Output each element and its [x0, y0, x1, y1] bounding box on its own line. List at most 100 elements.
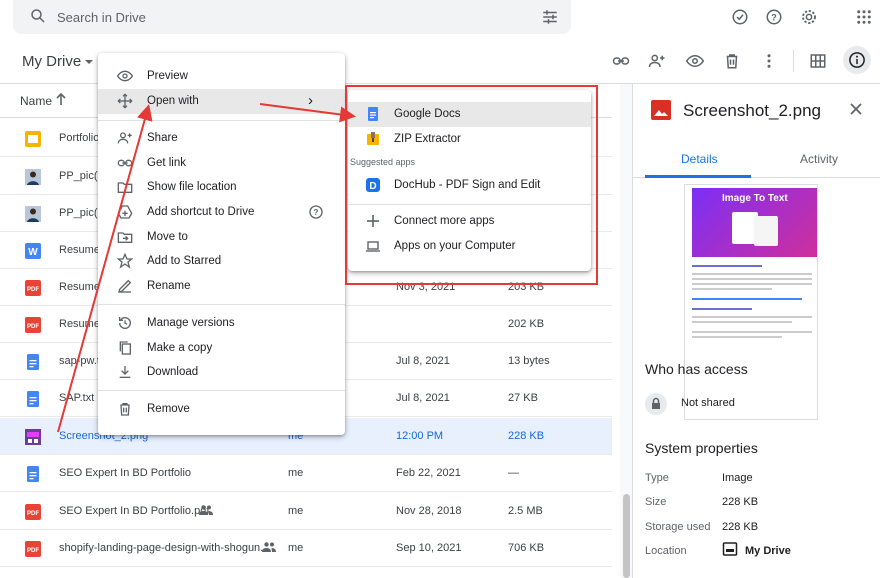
share-person-add-icon[interactable]	[648, 52, 668, 72]
table-row[interactable]: SEO Expert In BD Portfolio me Feb 22, 2021…	[0, 455, 612, 492]
pencil-icon	[117, 278, 133, 294]
file-name: sap-pw.t	[59, 355, 100, 367]
file-name: SEO Expert In BD Portfolio.pdf	[59, 505, 210, 517]
active-tab-indicator	[645, 175, 751, 178]
search-box[interactable]: Search in Drive	[13, 0, 571, 34]
file-owner: me	[288, 467, 304, 479]
text-file-icon	[25, 391, 41, 407]
name-column-header[interactable]: Name	[20, 94, 52, 108]
menu-item-add-shortcut[interactable]: Add shortcut to Drive ?	[98, 200, 345, 225]
details-tabs: Details Activity	[633, 144, 880, 178]
menu-item-download[interactable]: Download	[98, 360, 345, 385]
trash-icon[interactable]	[723, 52, 743, 72]
history-icon	[117, 315, 133, 331]
file-name: Resume-	[59, 244, 104, 256]
prop-storage-value: 228 KB	[722, 521, 759, 533]
who-has-access-heading: Who has access	[645, 361, 748, 377]
my-drive-title[interactable]: My Drive	[22, 53, 81, 70]
file-modified-date: 12:00 PM	[396, 430, 444, 442]
close-icon[interactable]	[849, 102, 863, 116]
shared-people-icon	[199, 504, 213, 516]
menu-item-label: Make a copy	[147, 342, 213, 354]
info-button[interactable]	[843, 46, 871, 74]
image-thumbnail	[25, 429, 41, 445]
menu-item-share[interactable]: Share	[98, 126, 345, 151]
menu-item-open-with[interactable]: Open with ›	[98, 89, 345, 114]
text-file-icon	[25, 354, 41, 370]
submenu-arrow-icon: ›	[308, 92, 313, 109]
menu-item-label: Preview	[147, 70, 188, 82]
file-owner: me	[288, 505, 304, 517]
link-icon[interactable]	[612, 52, 632, 72]
menu-item-move-to[interactable]: Move to	[98, 225, 345, 250]
star-icon	[117, 253, 133, 269]
system-properties-heading: System properties	[645, 440, 758, 456]
access-status: Not shared	[681, 397, 735, 409]
move-to-icon	[117, 229, 133, 245]
prop-storage-key: Storage used	[645, 521, 711, 533]
annotation-highlight-box	[345, 85, 598, 285]
file-preview-thumbnail[interactable]: Image To Text	[684, 184, 818, 420]
file-modified-date: Jul 8, 2021	[396, 392, 450, 404]
vertical-scrollbar[interactable]	[620, 84, 632, 578]
preview-eye-icon[interactable]	[686, 52, 706, 72]
menu-item-add-starred[interactable]: Add to Starred	[98, 249, 345, 274]
menu-item-make-copy[interactable]: Make a copy	[98, 336, 345, 361]
offline-status-icon[interactable]	[731, 8, 751, 28]
apps-grid-icon[interactable]	[855, 8, 875, 28]
search-input[interactable]: Search in Drive	[57, 10, 146, 25]
menu-item-rename[interactable]: Rename	[98, 274, 345, 299]
trash-icon	[117, 401, 133, 417]
menu-item-preview[interactable]: Preview	[98, 64, 345, 89]
menu-item-label: Open with	[147, 95, 199, 107]
photo-thumbnail	[25, 169, 41, 185]
file-modified-date: Jul 8, 2021	[396, 355, 450, 367]
file-size: 706 KB	[508, 542, 545, 554]
settings-gear-icon[interactable]	[800, 8, 820, 28]
search-options-icon[interactable]	[541, 8, 561, 28]
table-row[interactable]: PDF shopify-landing-page-design-with-shog…	[0, 530, 612, 567]
grid-view-icon[interactable]	[809, 52, 829, 72]
file-owner: me	[288, 542, 304, 554]
file-size: 202 KB	[508, 318, 545, 330]
file-name: Resume-	[59, 318, 104, 330]
menu-item-show-location[interactable]: Show file location	[98, 175, 345, 200]
svg-text:?: ?	[771, 12, 777, 22]
svg-text:PDF: PDF	[27, 511, 39, 517]
menu-divider	[98, 390, 345, 391]
scrollbar-thumb[interactable]	[623, 494, 630, 578]
file-size: 27 KB	[508, 392, 538, 404]
help-icon[interactable]: ?	[308, 204, 324, 220]
lock-icon	[645, 393, 667, 415]
svg-text:W: W	[28, 247, 38, 258]
table-row[interactable]: PDF SEO Expert In BD Portfolio.pdf me Nov 2…	[0, 493, 612, 530]
menu-item-get-link[interactable]: Get link	[98, 151, 345, 176]
details-panel: Screenshot_2.png Details Activity Image …	[632, 84, 880, 578]
file-size: 13 bytes	[508, 355, 550, 367]
file-name: Resume-	[59, 281, 104, 293]
prop-type-value: Image	[722, 472, 753, 484]
search-icon[interactable]	[29, 7, 49, 27]
tab-details[interactable]: Details	[681, 152, 718, 166]
menu-item-label: Show file location	[147, 181, 237, 193]
tab-activity[interactable]: Activity	[800, 152, 838, 166]
prop-location-value[interactable]: My Drive	[745, 545, 791, 557]
help-icon[interactable]: ?	[765, 8, 785, 28]
menu-item-manage-versions[interactable]: Manage versions	[98, 311, 345, 336]
file-modified-date: Feb 22, 2021	[396, 467, 461, 479]
more-vert-icon[interactable]	[760, 52, 780, 72]
file-size: 2.5 MB	[508, 505, 543, 517]
menu-item-remove[interactable]: Remove	[98, 397, 345, 422]
download-icon	[117, 364, 133, 380]
folder-icon	[117, 179, 133, 195]
docs-icon	[25, 466, 41, 482]
chevron-down-icon[interactable]	[84, 58, 94, 66]
file-modified-date: Sep 10, 2021	[396, 542, 462, 554]
top-bar: Search in Drive ?	[0, 0, 880, 38]
menu-divider	[98, 304, 345, 305]
copy-icon	[117, 340, 133, 356]
file-name: SAP.txt	[59, 392, 95, 404]
info-icon	[848, 51, 868, 71]
sort-arrow-up-icon[interactable]	[55, 92, 67, 106]
file-name: Portfolio	[59, 132, 100, 144]
